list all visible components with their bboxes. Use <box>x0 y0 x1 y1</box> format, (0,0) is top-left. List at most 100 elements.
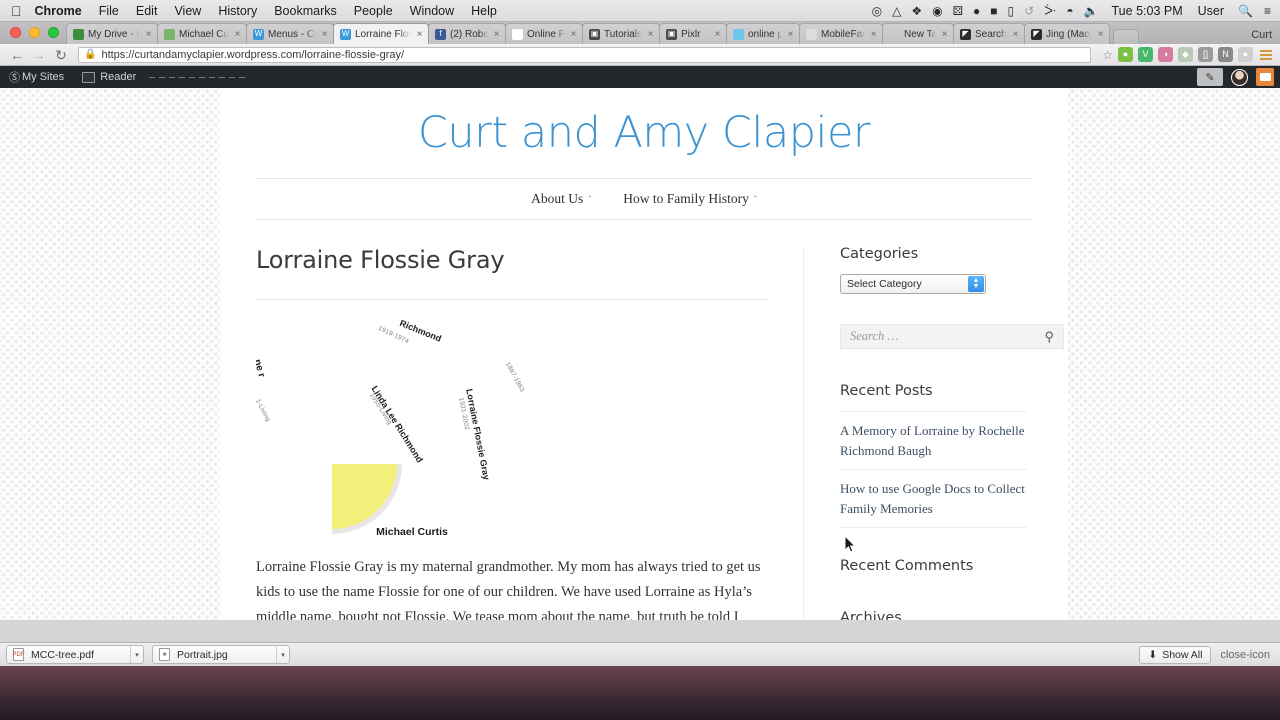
category-select[interactable]: Select Category ▲ ▼ <box>840 274 986 294</box>
browser-tab-3[interactable]: W Menus - Curt an × <box>246 23 334 44</box>
browser-tab-2[interactable]: Michael Curtis × <box>157 23 247 44</box>
record-icon[interactable]: ◎ <box>872 5 882 17</box>
browser-tab-13[interactable]: ◤ Jing (Mac) Dow × <box>1024 23 1110 44</box>
close-tab-icon[interactable]: × <box>233 29 242 40</box>
eye-icon[interactable]: ◉ <box>932 5 942 17</box>
download-menu-caret-icon[interactable]: ▾ <box>276 646 289 663</box>
address-bar[interactable]: 🔒 https://curtandamyclapier.wordpress.co… <box>78 46 1092 63</box>
avatar-extension-icon[interactable]: ◑ <box>1158 47 1173 62</box>
nav-item-how-to-family-history[interactable]: How to Family History ˇ <box>623 191 757 207</box>
dropbox-icon[interactable]: ❖ <box>911 5 922 17</box>
browser-tab-12[interactable]: ◤ Search × <box>953 23 1025 44</box>
menu-item-file[interactable]: File <box>99 4 119 18</box>
menu-item-history[interactable]: History <box>218 4 257 18</box>
menu-item-edit[interactable]: Edit <box>136 4 158 18</box>
airplay-icon[interactable]: ▯ <box>1008 5 1015 17</box>
viber-extension-icon[interactable]: V <box>1138 47 1153 62</box>
browser-tab-4[interactable]: W Lorraine Flossie × <box>333 23 429 44</box>
window-profile-name[interactable]: Curt <box>1251 29 1280 44</box>
wifi-icon[interactable]: ◓ <box>1066 5 1073 17</box>
close-tab-icon[interactable]: × <box>713 29 722 40</box>
download-item-mcc-tree-pdf[interactable]: PDF MCC-tree.pdf ▾ <box>6 645 144 664</box>
site-title[interactable]: Curt and Amy Clapier <box>220 88 1068 164</box>
wordpress-logo-icon[interactable]: Ⓢ <box>0 66 22 88</box>
menu-item-view[interactable]: View <box>174 4 201 18</box>
close-tab-icon[interactable]: × <box>1096 29 1105 40</box>
fan-chart-image[interactable]: Michael Curtis Clapier 1981-Living Linda… <box>256 314 768 539</box>
maximize-window-button[interactable] <box>48 27 59 38</box>
reader-label: Reader <box>100 71 137 83</box>
close-tab-icon[interactable]: × <box>940 29 949 40</box>
menu-item-people[interactable]: People <box>354 4 393 18</box>
close-tab-icon[interactable]: × <box>1011 29 1020 40</box>
star-icon[interactable]: ☆ <box>1102 48 1113 62</box>
close-tab-icon[interactable]: × <box>492 29 501 40</box>
menu-item-chrome[interactable]: Chrome <box>35 4 82 18</box>
search-icon[interactable]: 🔍 <box>1238 5 1253 17</box>
download-item-portrait-jpg[interactable]: ■ Portrait.jpg ▾ <box>152 645 290 664</box>
close-icon[interactable]: close-icon <box>1220 649 1270 661</box>
menu-item-window[interactable]: Window <box>410 4 454 18</box>
recent-posts-heading: Recent Posts <box>840 383 933 399</box>
circle-e-icon[interactable]: ⚄ <box>953 5 963 17</box>
close-tab-icon[interactable]: × <box>786 29 795 40</box>
new-tab-button[interactable] <box>1113 29 1139 44</box>
dot-extension-icon[interactable]: ● <box>1238 47 1253 62</box>
browser-tab-11[interactable]: New Tab × <box>882 23 954 44</box>
close-tab-icon[interactable]: × <box>646 29 655 40</box>
close-tab-icon[interactable]: × <box>569 29 578 40</box>
window-controls[interactable] <box>10 27 59 38</box>
pocket-extension-icon[interactable]: ◆ <box>1178 47 1193 62</box>
timemachine-icon[interactable]: ↺ <box>1024 5 1034 17</box>
browser-tab-8[interactable]: ▣ Pixlr × <box>659 23 727 44</box>
menu-item-bookmarks[interactable]: Bookmarks <box>274 4 337 18</box>
browser-tab-title: Menus - Curt an <box>268 28 316 40</box>
pixlr-icon: ▣ <box>589 28 600 40</box>
search-icon[interactable]: ⚲ <box>1044 329 1054 345</box>
location-icon[interactable]: ● <box>973 5 980 17</box>
layers-icon[interactable]: ■ <box>990 5 997 17</box>
wp-notifications-icon[interactable] <box>1256 68 1274 86</box>
recent-post-link[interactable]: How to use Google Docs to Collect Family… <box>840 479 1027 518</box>
browser-tab-10[interactable]: MobileFamilyTre × <box>799 23 883 44</box>
close-tab-icon[interactable]: × <box>415 29 424 40</box>
close-tab-icon[interactable]: × <box>869 29 878 40</box>
forward-arrow-icon[interactable]: → <box>28 48 50 62</box>
menu-bar-user[interactable]: User <box>1198 4 1224 18</box>
list-item[interactable]: A Memory of Lorraine by Rochelle Richmon… <box>840 411 1027 470</box>
recent-post-link[interactable]: A Memory of Lorraine by Rochelle Richmon… <box>840 421 1027 460</box>
browser-tab-9[interactable]: online photosh × <box>726 23 800 44</box>
browser-tab-1[interactable]: My Drive - Goo × <box>66 23 158 44</box>
menu-bar-clock[interactable]: Tue 5:03 PM <box>1112 4 1183 18</box>
nav-item-how-to-family-history-label: How to Family History <box>623 191 749 206</box>
bluetooth-icon[interactable]: ᑃ <box>1044 5 1056 17</box>
close-tab-icon[interactable]: × <box>144 29 153 40</box>
notification-center-icon[interactable]: ≡ <box>1264 5 1271 17</box>
download-menu-caret-icon[interactable]: ▾ <box>130 646 143 663</box>
close-window-button[interactable] <box>10 27 21 38</box>
write-pencil-icon[interactable]: ✎ <box>1197 68 1223 86</box>
chrome-menu-icon[interactable] <box>1260 49 1272 60</box>
menu-item-help[interactable]: Help <box>471 4 497 18</box>
reader-button[interactable]: Reader <box>73 66 145 88</box>
minimize-window-button[interactable] <box>29 27 40 38</box>
evernote-extension-icon[interactable]: ● <box>1118 47 1133 62</box>
close-tab-icon[interactable]: × <box>320 29 329 40</box>
drop-icon[interactable]: △ <box>892 5 901 17</box>
my-sites-button[interactable]: My Sites <box>22 66 73 88</box>
search-input[interactable]: Search … ⚲ <box>840 324 1064 349</box>
nav-item-about-us[interactable]: About Us ˇ <box>531 191 591 207</box>
clipboard-extension-icon[interactable]: [] <box>1198 47 1213 62</box>
show-all-downloads-button[interactable]: ⬇ Show All <box>1139 645 1212 664</box>
browser-tab-5[interactable]: f (2) Robert C R × <box>428 23 506 44</box>
browser-tab-6[interactable]: Online Photo E × <box>505 23 583 44</box>
back-arrow-icon[interactable]: ← <box>6 48 28 62</box>
mac-menu-bar:  Chrome File Edit View History Bookmark… <box>0 0 1280 22</box>
apple-icon[interactable]:  <box>11 4 22 18</box>
reload-icon[interactable]: ↻ <box>50 48 72 62</box>
list-item[interactable]: How to use Google Docs to Collect Family… <box>840 470 1027 528</box>
avatar[interactable] <box>1231 68 1248 86</box>
browser-tab-7[interactable]: ▣ Tutorials, Tips. × <box>582 23 660 44</box>
evernote-n-extension-icon[interactable]: N <box>1218 47 1233 62</box>
volume-icon[interactable]: 🔈 <box>1084 5 1099 17</box>
